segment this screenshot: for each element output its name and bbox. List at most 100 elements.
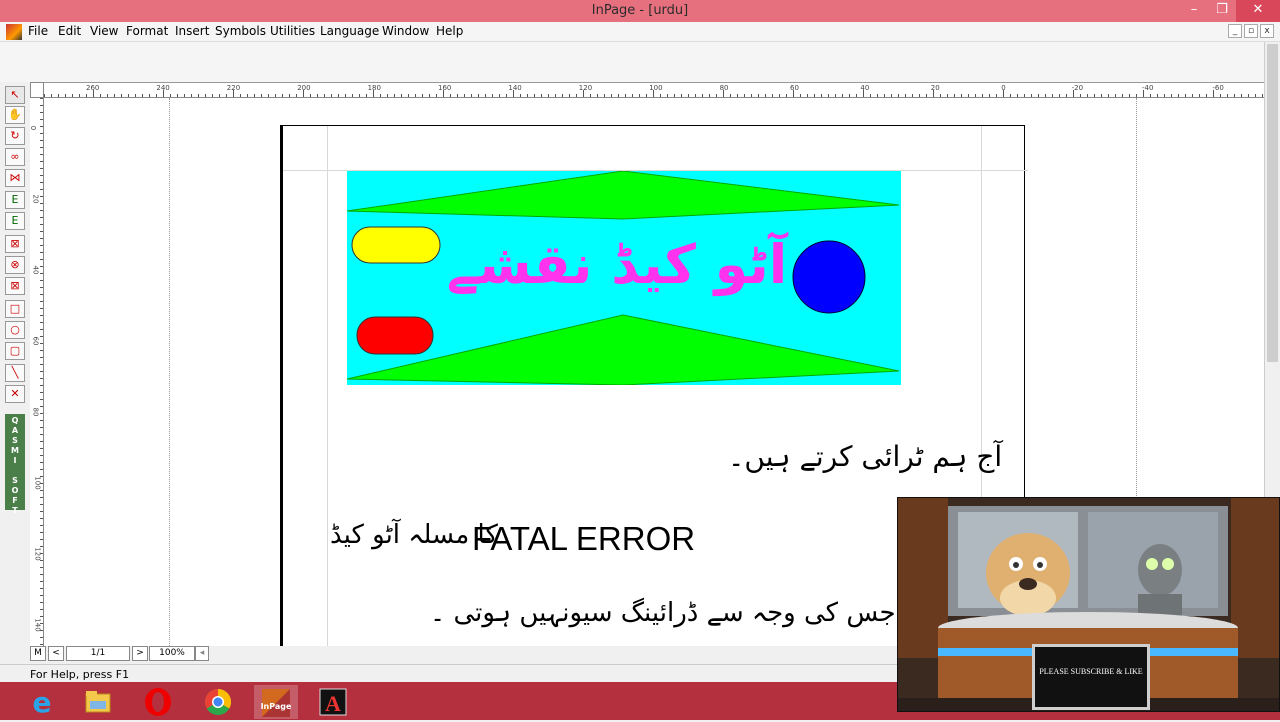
- ruler-tick: [40, 189, 43, 190]
- guide-line[interactable]: [169, 98, 170, 646]
- doc-minimize-button[interactable]: _: [1228, 24, 1242, 38]
- ruler-tick: [618, 94, 619, 97]
- picture-oval-icon[interactable]: ⊗: [5, 256, 25, 274]
- file-explorer-icon[interactable]: [78, 685, 118, 719]
- restore-button[interactable]: ❐: [1208, 0, 1236, 22]
- rounded-rect-icon[interactable]: ▢: [5, 342, 25, 360]
- ruler-tick: [576, 94, 577, 97]
- ruler-tick: [1087, 94, 1088, 97]
- picture-box-2-icon[interactable]: ⊠: [5, 277, 25, 295]
- menu-utilities[interactable]: Utilities: [270, 24, 315, 38]
- ruler-tick: [548, 94, 549, 97]
- text-frame-icon[interactable]: E: [5, 191, 25, 209]
- english-fatal-error[interactable]: FATAL ERROR: [472, 520, 695, 558]
- ruler-tick: [40, 518, 43, 519]
- toolbox: ↖ ✋ ↻ ∞ ⋈ E E ⊠ ⊗ ⊠ □ ○ ▢ ╲ ✕ QASMI SOFT: [3, 84, 27, 515]
- urdu-line-2[interactable]: کا مسلہ آٹو کیڈ: [330, 520, 498, 550]
- horizontal-ruler[interactable]: 260 240 220 200 180 160 140 120 100 80 60 40 20 0 -20-…: [44, 82, 1264, 98]
- menu-format[interactable]: Format: [126, 24, 168, 38]
- ruler-tick: [40, 329, 43, 330]
- picture-box-icon[interactable]: ⊠: [5, 235, 25, 253]
- menu-insert[interactable]: Insert: [175, 24, 209, 38]
- ruler-tick: [40, 105, 43, 106]
- cross-icon[interactable]: ✕: [5, 385, 25, 403]
- rectangle-icon[interactable]: □: [5, 300, 25, 318]
- inpage-taskbar-button[interactable]: InPage: [254, 685, 298, 719]
- ruler-tick: [40, 644, 43, 645]
- ruler-tick: [457, 94, 458, 97]
- autocad-icon[interactable]: A: [312, 685, 352, 719]
- oval-icon[interactable]: ○: [5, 321, 25, 339]
- ruler-tick: [58, 94, 59, 97]
- ruler-tick: [744, 94, 745, 97]
- ruler-tick: [40, 490, 43, 491]
- unlink-icon[interactable]: ⋈: [5, 169, 25, 187]
- ruler-tick: [40, 336, 43, 337]
- line-icon[interactable]: ╲: [5, 364, 25, 382]
- ruler-tick: [40, 175, 43, 176]
- urdu-line-1[interactable]: آج ہم ٹرائی کرتے ہیں۔: [728, 440, 1002, 473]
- ruler-tick: [191, 94, 192, 97]
- prev-page-button[interactable]: <: [48, 646, 64, 661]
- ruler-tick: [40, 469, 43, 470]
- ruler-tick: [40, 413, 43, 414]
- doc-close-button[interactable]: x: [1260, 24, 1274, 38]
- ruler-tick: [40, 287, 43, 288]
- ruler-tick: [40, 210, 43, 211]
- rotate-icon[interactable]: ↻: [5, 127, 25, 145]
- ruler-tick: [40, 539, 43, 540]
- menu-window[interactable]: Window: [382, 24, 429, 38]
- ruler-tick: [40, 616, 43, 617]
- ruler-tick: [156, 94, 157, 97]
- ruler-tick: [723, 90, 724, 97]
- hand-icon[interactable]: ✋: [5, 106, 25, 124]
- scroll-left-button[interactable]: ◂: [195, 646, 209, 661]
- ruler-tick: [583, 90, 584, 97]
- master-page-button[interactable]: M: [30, 646, 46, 661]
- ruler-tick: [947, 94, 948, 97]
- ruler-tick: [954, 94, 955, 97]
- page-number-field[interactable]: 1/1: [66, 646, 130, 661]
- ruler-tick: [40, 217, 43, 218]
- doc-restore-button[interactable]: ▫: [1244, 24, 1258, 38]
- ruler-tick: [100, 94, 101, 97]
- ruler-tick: [674, 94, 675, 97]
- ruler-tick: [289, 94, 290, 97]
- ruler-tick: [240, 94, 241, 97]
- ruler-tick: [226, 94, 227, 97]
- next-page-button[interactable]: >: [132, 646, 148, 661]
- menu-edit[interactable]: Edit: [58, 24, 81, 38]
- menu-view[interactable]: View: [90, 24, 118, 38]
- ruler-h-label: 40: [860, 84, 870, 92]
- ruler-tick: [177, 94, 178, 97]
- ruler-tick: [40, 112, 43, 113]
- menu-symbols[interactable]: Symbols: [215, 24, 266, 38]
- ruler-tick: [40, 252, 43, 253]
- minimize-button[interactable]: –: [1180, 0, 1208, 22]
- ruler-tick: [65, 94, 66, 97]
- zoom-field[interactable]: 100%: [149, 646, 195, 661]
- menu-file[interactable]: File: [28, 24, 48, 38]
- text-frame-2-icon[interactable]: E: [5, 212, 25, 230]
- autocad-banner-graphic[interactable]: آٹو کیڈ نقشے: [347, 171, 901, 385]
- ruler-corner[interactable]: [30, 82, 44, 98]
- menu-language[interactable]: Language: [320, 24, 379, 38]
- link-icon[interactable]: ∞: [5, 148, 25, 166]
- ruler-tick: [975, 94, 976, 97]
- menu-help[interactable]: Help: [436, 24, 463, 38]
- ruler-tick: [40, 637, 43, 638]
- ruler-tick: [40, 532, 43, 533]
- scrollbar-thumb[interactable]: [1267, 44, 1278, 362]
- opera-icon[interactable]: [138, 685, 178, 719]
- ruler-tick: [93, 90, 94, 97]
- chrome-icon[interactable]: [198, 685, 238, 719]
- inpage-app-icon[interactable]: [6, 24, 22, 40]
- vertical-ruler[interactable]: 0 20 40 60 80 100 120 140: [29, 98, 44, 646]
- internet-explorer-icon[interactable]: e: [22, 685, 62, 719]
- ruler-tick: [1157, 94, 1158, 97]
- ruler-tick: [40, 455, 43, 456]
- close-button[interactable]: ✕: [1236, 0, 1280, 22]
- ruler-tick: [919, 94, 920, 97]
- window-title: InPage - [urdu]: [591, 3, 689, 18]
- pointer-icon[interactable]: ↖: [5, 86, 25, 104]
